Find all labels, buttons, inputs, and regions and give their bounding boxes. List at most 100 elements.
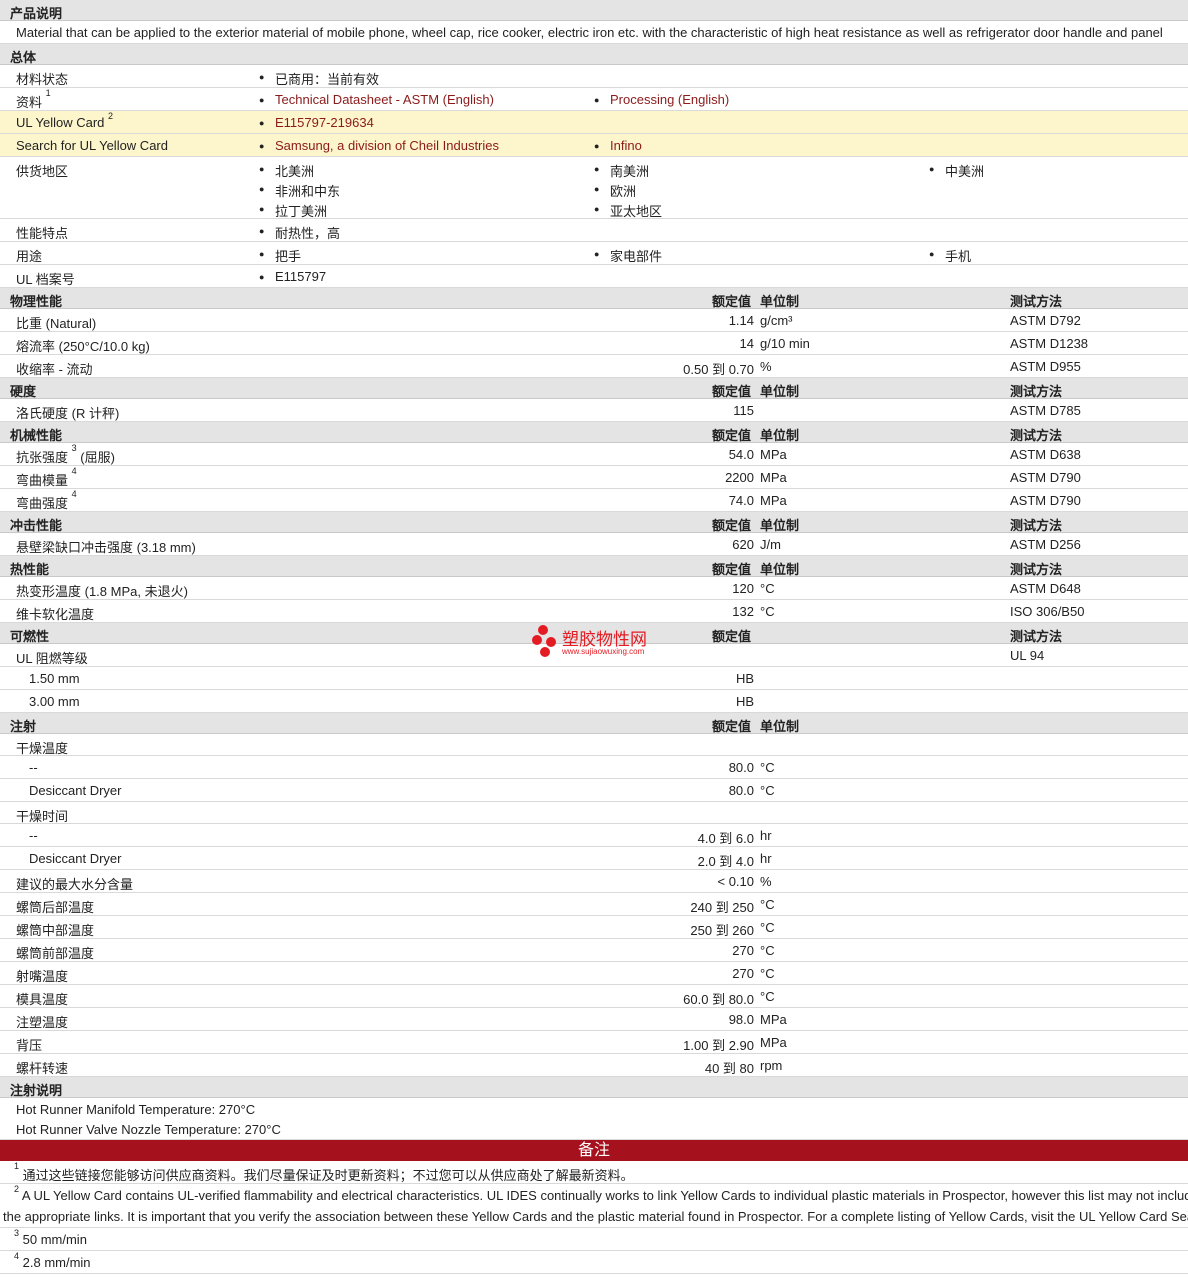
property-row: 干燥温度 [0,734,1188,756]
property-value: 54.0 [728,447,754,462]
property-row: 模具温度 60.0 到 80.0 °C [0,985,1188,1008]
col-method: 测试方法 [1010,629,1063,644]
property-unit: rpm [760,1058,783,1073]
property-unit: °C [760,897,775,912]
property-method: ASTM D638 [1010,447,1081,462]
property-row: -- 80.0 °C [0,756,1188,779]
col-method: 测试方法 [1010,562,1063,577]
col-unit: 单位制 [760,719,800,734]
property-value: 0.50 到 0.70 [683,362,754,377]
property-unit: MPa [760,447,787,462]
datasheet-link[interactable]: Technical Datasheet - ASTM (English) [259,92,494,107]
row-label: Search for UL Yellow Card [16,138,168,153]
property-name: 注塑温度 [16,1015,69,1030]
section-title: 产品说明 [10,6,63,21]
property-name: 弯曲强度 4 [16,489,77,511]
footnote: 3 50 mm/min [0,1228,1188,1251]
section-header-general: 总体 [0,44,1188,65]
region-item: 中美洲 [929,161,984,180]
property-method: UL 94 [1010,648,1045,663]
col-nominal: 额定值 [712,629,752,644]
property-row: 背压 1.00 到 2.90 MPa [0,1031,1188,1054]
property-unit: g/cm³ [760,313,793,328]
section-title: 热性能 [10,562,50,577]
region-item: 拉丁美洲 [259,201,327,220]
property-row: 收缩率 - 流动 0.50 到 0.70% ASTM D955 [0,355,1188,378]
property-row: -- 4.0 到 6.0 hr [0,824,1188,847]
property-row: 比重 (Natural) 1.14 g/cm³ ASTM D792 [0,309,1188,332]
property-unit: °C [760,920,775,935]
row-label: UL 档案号 [16,272,75,287]
section-header-mechanical: 机械性能 额定值 单位制 测试方法 [0,422,1188,443]
property-row: 弯曲模量 4 2200 MPa ASTM D790 [0,466,1188,489]
property-row: 螺筒中部温度 250 到 260 °C [0,916,1188,939]
ul-card-link[interactable]: E115797-219634 [259,115,374,130]
property-name: 比重 (Natural) [16,316,97,331]
property-value: 14 [739,336,754,351]
property-unit: °C [760,966,775,981]
property-row: Desiccant Dryer 2.0 到 4.0 hr [0,847,1188,870]
docs-row: 资料 1 Technical Datasheet - ASTM (English… [0,88,1188,111]
section-title: 注射 [10,719,37,734]
property-method: ASTM D1238 [1010,336,1089,351]
property-value: 2200 [725,470,754,485]
property-method: ASTM D790 [1010,470,1081,485]
property-unit: % [760,874,772,889]
footnote-text: 2 A UL Yellow Card contains UL-verified … [14,1184,1188,1203]
section-header-injection: 注射 额定值 单位制 [0,713,1188,734]
property-value: 4.0 到 6.0 [697,831,754,846]
col-method: 测试方法 [1010,384,1063,399]
property-row: 螺筒前部温度 270 °C [0,939,1188,962]
region-item: 北美洲 [259,161,314,180]
row-label: 用途 [16,249,43,264]
row-value: 耐热性，高 [259,223,340,242]
watermark-logo: 塑胶物性网 www.sujiaowuxing.com [532,625,692,661]
footnote-text-cont: the appropriate links. It is important t… [3,1209,1188,1224]
col-nominal: 额定值 [712,428,752,443]
property-name: 维卡软化温度 [16,607,95,622]
section-title: 硬度 [10,384,37,399]
property-value: 2.0 到 4.0 [697,854,754,869]
property-name: 模具温度 [16,992,69,1007]
property-unit: hr [760,851,772,866]
property-value: 120 [732,581,754,596]
property-method: ASTM D790 [1010,493,1081,508]
property-value: 250 到 260 [690,923,754,938]
section-title: 机械性能 [10,428,63,443]
region-item: 南美洲 [594,161,649,180]
property-value: 60.0 到 80.0 [683,992,754,1007]
col-nominal: 额定值 [712,294,752,309]
section-header-impact: 冲击性能 额定值 单位制 测试方法 [0,512,1188,533]
property-name: Desiccant Dryer [29,783,122,798]
property-name: Desiccant Dryer [29,851,122,866]
property-unit: g/10 min [760,336,810,351]
property-row: 悬壁梁缺口冲击强度 (3.18 mm) 620 J/m ASTM D256 [0,533,1188,556]
property-value: 620 [732,537,754,552]
row-value: E115797 [259,269,326,284]
property-name: 干燥时间 [16,809,69,824]
property-unit: °C [760,604,775,619]
section-header-hardness: 硬度 额定值 单位制 测试方法 [0,378,1188,399]
property-value: 74.0 [728,493,754,508]
ul-file-row: UL 档案号 E115797 [0,265,1188,288]
property-row: 维卡软化温度 132 °C ISO 306/B50 [0,600,1188,623]
property-value: HB [735,694,754,709]
region-item: 亚太地区 [594,201,662,220]
section-title: 可燃性 [10,629,50,644]
samsung-link[interactable]: Samsung, a division of Cheil Industries [259,138,499,153]
property-method: ASTM D955 [1010,359,1081,374]
notes-header: 备注 [0,1140,1188,1161]
col-unit: 单位制 [760,562,800,577]
property-name: 螺筒中部温度 [16,923,95,938]
footnote: 1 通过这些链接您能够访问供应商资料。我们尽量保证及时更新资料；不过您可以从供应… [0,1161,1188,1184]
infino-link[interactable]: Infino [594,138,642,153]
use-item: 手机 [929,246,971,265]
processing-link[interactable]: Processing (English) [594,92,729,107]
property-name: 弯曲模量 4 [16,466,77,488]
property-row: 3.00 mm HB [0,690,1188,713]
property-unit: °C [760,760,775,775]
property-value: 115 [733,403,754,418]
col-unit: 单位制 [760,518,800,533]
row-label: 材料状态 [16,72,69,87]
property-value: 270 [732,943,754,958]
